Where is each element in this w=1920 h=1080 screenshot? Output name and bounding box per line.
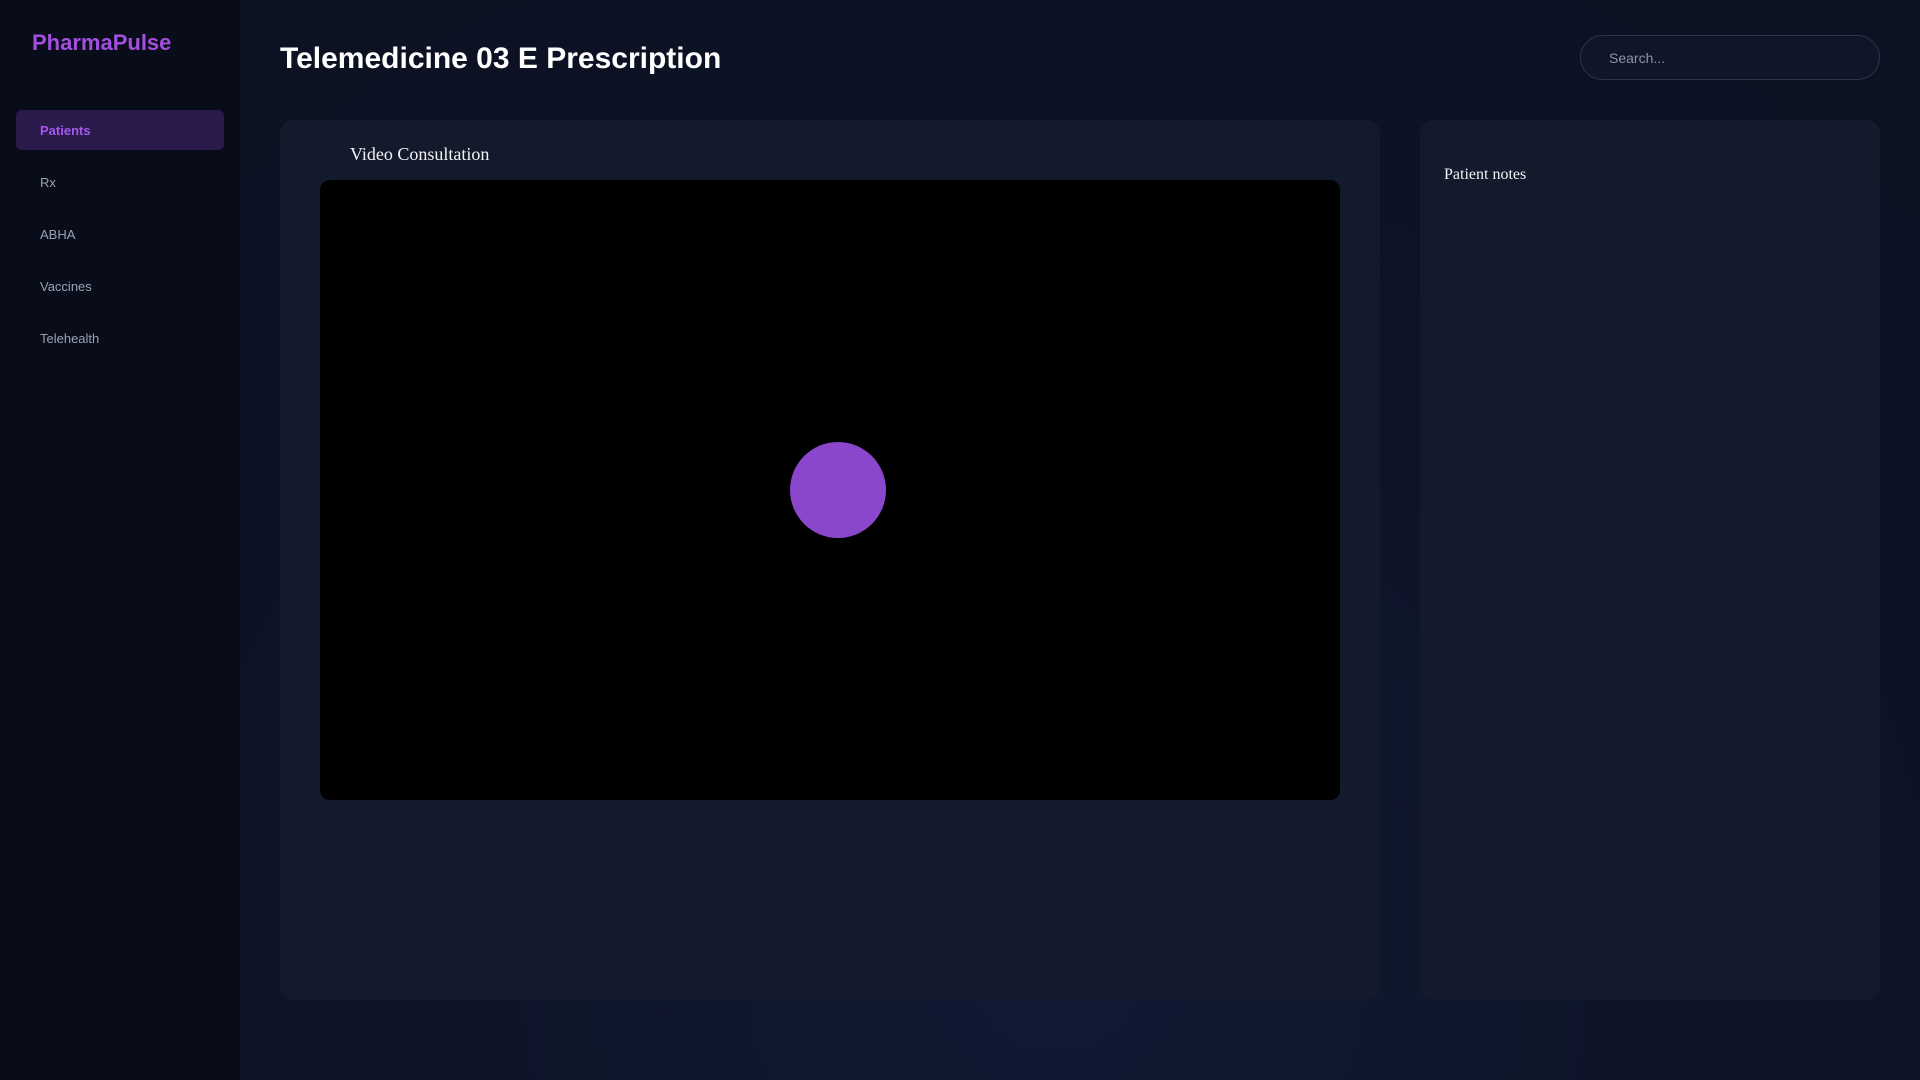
app-logo[interactable]: PharmaPulse: [32, 30, 171, 56]
sidebar-item-patients[interactable]: Patients: [16, 110, 224, 150]
app-window: PharmaPulse Patients Rx ABHA Vaccines Te…: [0, 0, 1920, 1080]
search-input[interactable]: [1580, 35, 1880, 80]
sidebar: PharmaPulse Patients Rx ABHA Vaccines Te…: [0, 0, 240, 1080]
sidebar-item-abha[interactable]: ABHA: [16, 214, 224, 254]
page-title: Telemedicine 03 E Prescription: [280, 42, 722, 75]
video-stage[interactable]: [320, 180, 1340, 800]
video-consultation-card: Video Consultation: [280, 120, 1380, 1000]
sidebar-nav: Patients Rx ABHA Vaccines Telehealth: [16, 110, 224, 370]
sidebar-item-telehealth[interactable]: Telehealth: [16, 318, 224, 358]
patient-notes-title: Patient notes: [1444, 166, 1527, 183]
video-consultation-title: Video Consultation: [350, 144, 490, 164]
patient-notes-card: Patient notes: [1420, 120, 1880, 1000]
participant-avatar: [790, 442, 886, 538]
sidebar-item-vaccines[interactable]: Vaccines: [16, 266, 224, 306]
sidebar-item-rx[interactable]: Rx: [16, 162, 224, 202]
